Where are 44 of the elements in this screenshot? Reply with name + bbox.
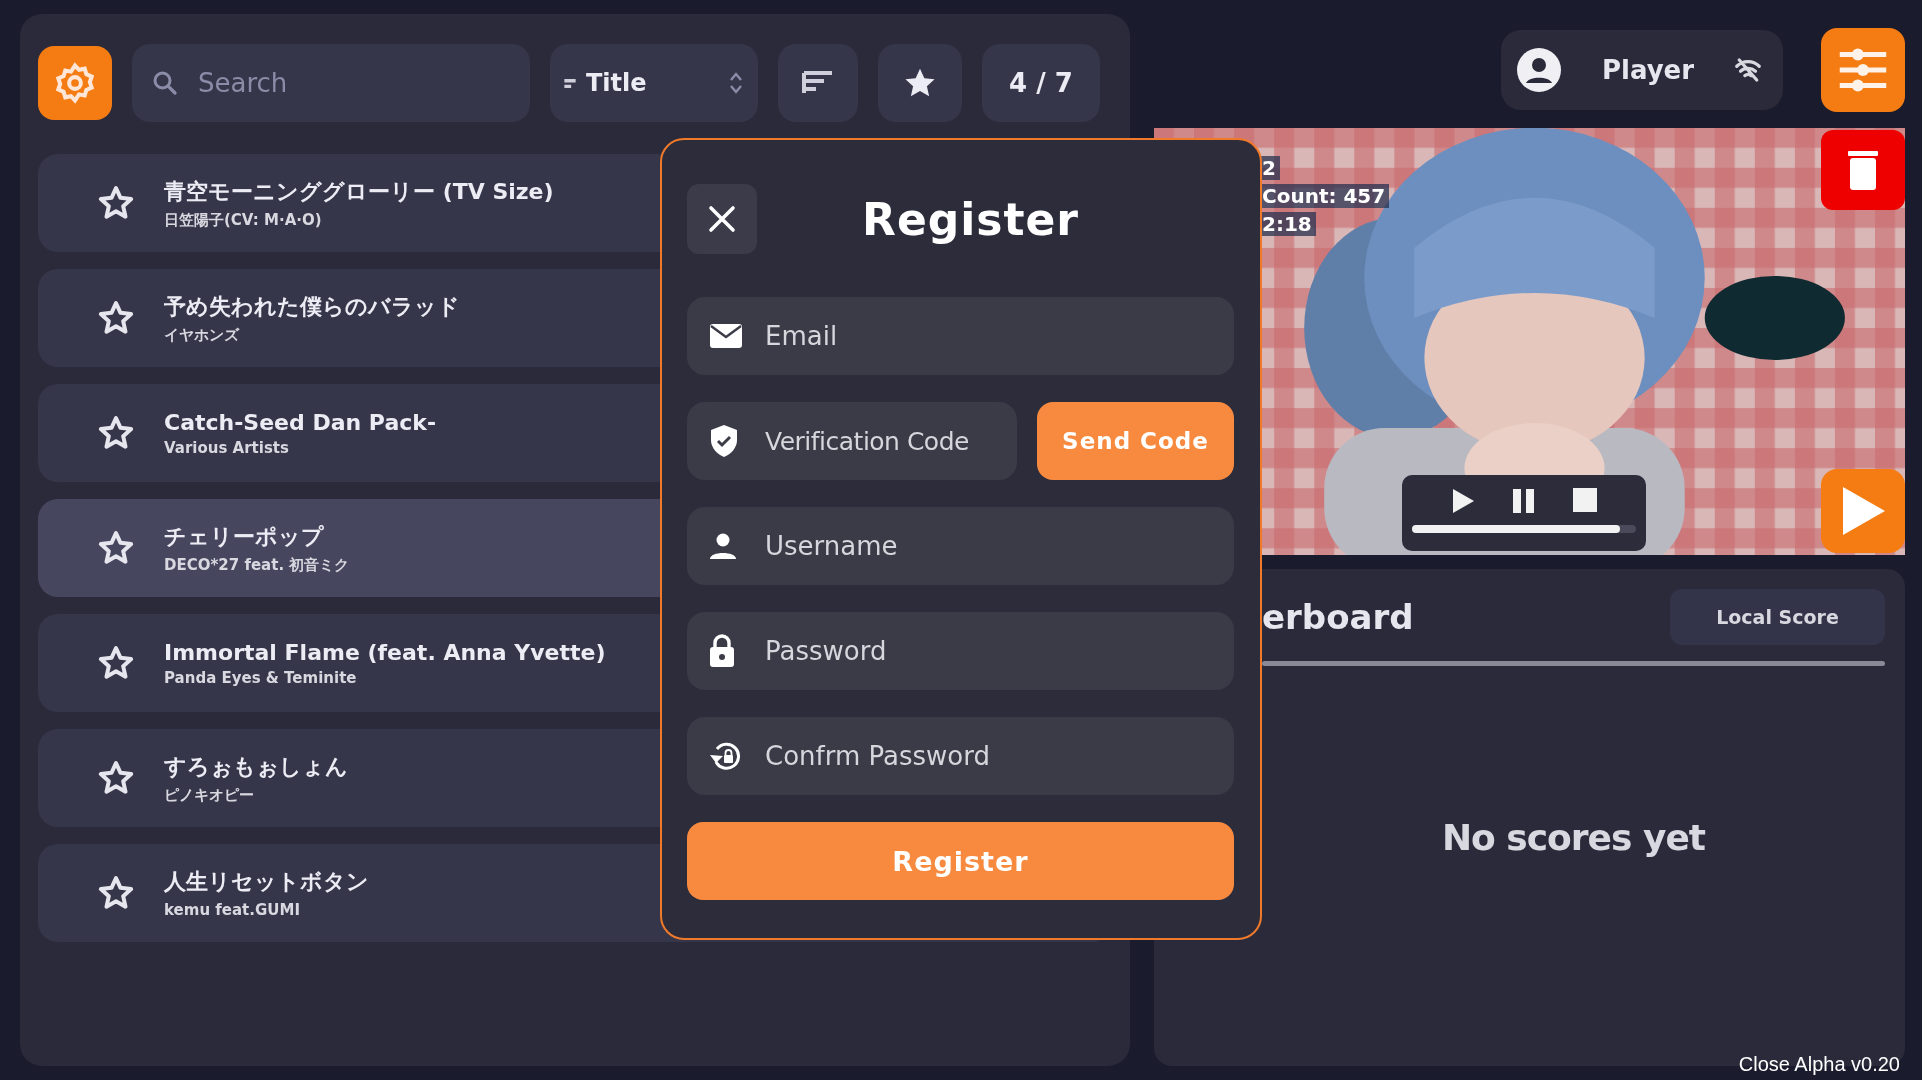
song-title: 青空モーニンググローリー (TV Size) (164, 177, 554, 206)
close-button[interactable] (687, 184, 757, 254)
trash-icon (1846, 148, 1880, 192)
song-artist: イヤホンズ (164, 325, 241, 345)
version-label: Close Alpha v0.20 (1738, 1053, 1900, 1076)
song-artist: ピノキオピー (164, 785, 255, 805)
song-title: Immortal Flame (feat. Anna Yvette) (164, 639, 606, 665)
song-artist: DECO*27 feat. 初音ミク (164, 555, 350, 575)
gear-icon (53, 61, 97, 105)
close-icon (707, 204, 737, 234)
input-field[interactable]: Email (687, 297, 1234, 375)
pause-icon[interactable] (1511, 487, 1537, 515)
song-title: 予め失われた僕らのバラッド (164, 292, 460, 321)
sort-order-button[interactable] (778, 44, 858, 122)
settings-button[interactable] (38, 46, 112, 120)
song-count: 4 / 7 (982, 44, 1100, 122)
play-button[interactable] (1821, 469, 1905, 553)
input-field[interactable]: Confrm Password (687, 717, 1234, 795)
song-title: チェリーポップ (164, 522, 325, 551)
favorites-button[interactable] (878, 44, 962, 122)
song-title: すろぉもぉしょん (164, 752, 348, 781)
wifi-off-icon (1733, 55, 1763, 85)
input-field[interactable]: Verification Code (687, 402, 1017, 480)
input-field[interactable]: Username (687, 507, 1234, 585)
dialog-title: Register (862, 193, 1080, 245)
empty-message: No scores yet (1441, 816, 1706, 858)
scope-dropdown[interactable]: Local Score (1670, 589, 1885, 645)
leaderboard-title: erboard (1262, 597, 1414, 637)
mixer-button[interactable] (1821, 28, 1905, 112)
player-name: Player (1601, 55, 1695, 85)
stop-icon[interactable] (1572, 487, 1599, 513)
sort-icon (564, 78, 576, 88)
search-field[interactable]: Search (132, 44, 530, 122)
sort-dropdown[interactable]: Title (550, 44, 758, 122)
song-artist: Various Artists (164, 438, 290, 457)
song-artist: Panda Eyes & Teminite (164, 668, 358, 687)
song-artist: kemu feat.GUMI (164, 901, 301, 919)
delete-button[interactable] (1821, 130, 1905, 210)
song-title: Catch-Seed Dan Pack- (164, 409, 437, 435)
player-badge[interactable]: Player (1501, 30, 1783, 110)
input-field[interactable]: Password (687, 612, 1234, 690)
song-title: 人生リセットボタン (164, 868, 369, 896)
song-artist: 日笠陽子(CV: M·A·O) (164, 210, 323, 230)
avatar-icon (1515, 46, 1563, 94)
